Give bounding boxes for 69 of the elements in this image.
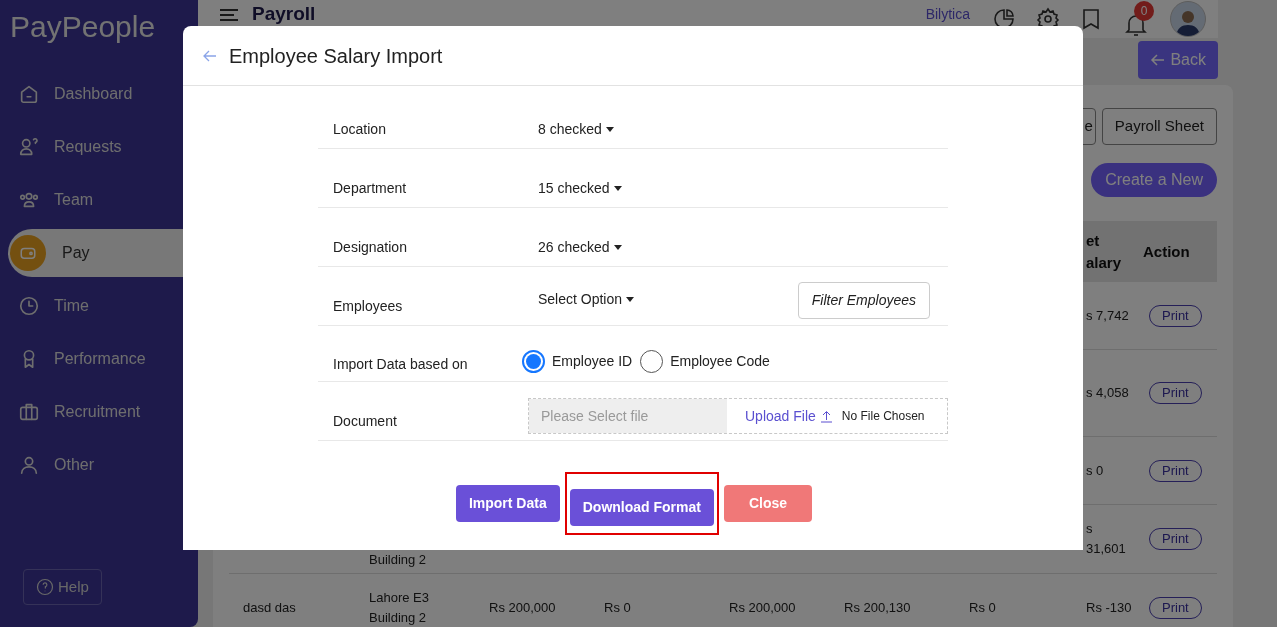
dropdown[interactable]: 8 checked: [538, 119, 614, 140]
table-cell-text: Lahore E3 Building 2: [369, 588, 430, 627]
radio-option[interactable]: Employee Code: [640, 350, 770, 373]
field-label: Employees: [332, 297, 404, 316]
dialog-button[interactable]: Download Format: [569, 489, 714, 526]
file-placeholder: Please Select file: [529, 399, 727, 433]
field-label: Department: [332, 179, 408, 198]
table-cell-text: dasd das: [243, 598, 296, 617]
field-label: Import Data based on: [332, 355, 469, 374]
sidebar-item[interactable]: Performance: [0, 335, 198, 383]
field-label: Document: [332, 412, 398, 431]
back-button[interactable]: Back: [1138, 41, 1218, 79]
table-cell-text: s 0: [1086, 461, 1105, 480]
filter-button[interactable]: Filter Employees: [797, 282, 930, 319]
caret-icon: [613, 245, 622, 250]
help-button[interactable]: Help: [23, 569, 102, 605]
clock-icon: [18, 295, 40, 317]
radio-button[interactable]: [522, 350, 545, 373]
table-cell-text: Rs 200,130: [844, 598, 911, 617]
dropdown[interactable]: 15 checked: [538, 178, 622, 199]
modal-title: Employee Salary Import: [229, 43, 443, 69]
caret-icon: [613, 186, 622, 191]
sidebar-item[interactable]: Team: [0, 176, 198, 224]
arrow-left-icon: [1150, 52, 1167, 68]
file-field[interactable]: Please Select file Upload File No File Chosen: [528, 398, 948, 434]
table-cell-text: Rs 200,000: [489, 598, 556, 617]
table-cell-text: Rs 200,000: [729, 598, 796, 617]
sidebar-item[interactable]: Other: [0, 441, 198, 489]
caret-icon: [626, 297, 635, 302]
file-status: No File Chosen: [841, 408, 925, 425]
avatar[interactable]: [1170, 1, 1206, 37]
column-header: et alary: [1086, 230, 1123, 273]
field-label: Location: [332, 120, 387, 139]
field-label: Designation: [332, 238, 408, 257]
radio-option[interactable]: Employee ID: [522, 350, 633, 373]
user-question-icon: [18, 136, 40, 158]
table-cell-text: Building 2: [369, 551, 427, 569]
table-cell-text: Rs 0: [969, 598, 996, 617]
back-arrow-icon[interactable]: [203, 49, 217, 62]
dialog-button[interactable]: Import Data: [455, 485, 560, 522]
company-name: Bilytica: [925, 6, 970, 23]
column-header: Action: [1143, 241, 1190, 262]
table-cell-text: s 4,058: [1086, 384, 1130, 402]
upload-link[interactable]: Upload File: [745, 405, 833, 427]
table-cell-text: s 31,601: [1086, 520, 1127, 558]
table-cell-text: s 7,742: [1086, 306, 1130, 325]
bookmark-icon[interactable]: [1080, 7, 1102, 31]
logo: PayPeople: [9, 9, 157, 45]
briefcase-icon: [18, 401, 40, 423]
help-icon: [36, 578, 54, 596]
menu-icon[interactable]: [220, 8, 238, 22]
home-icon: [18, 83, 40, 105]
notification-count: 0: [1134, 1, 1154, 21]
dropdown[interactable]: Select Option: [538, 289, 635, 310]
dropdown[interactable]: 26 checked: [538, 237, 622, 258]
sidebar-item[interactable]: Dashboard: [0, 70, 198, 118]
wallet-icon: [10, 235, 46, 271]
sidebar-item[interactable]: Requests: [0, 123, 198, 171]
table-cell-text: Rs 0: [604, 598, 631, 617]
toolbar-button[interactable]: Payroll Sheet: [1101, 108, 1217, 145]
dialog-button[interactable]: Close: [723, 485, 813, 522]
user-icon: [18, 454, 40, 476]
table-cell-text: Rs -130: [1086, 598, 1132, 617]
sidebar-item[interactable]: Recruitment: [0, 388, 198, 436]
caret-icon: [605, 127, 614, 132]
page-title: Payroll: [252, 4, 316, 24]
sidebar-item[interactable]: Time: [0, 282, 198, 330]
create-button[interactable]: Create a New: [1091, 163, 1217, 197]
upload-icon: [819, 409, 833, 423]
